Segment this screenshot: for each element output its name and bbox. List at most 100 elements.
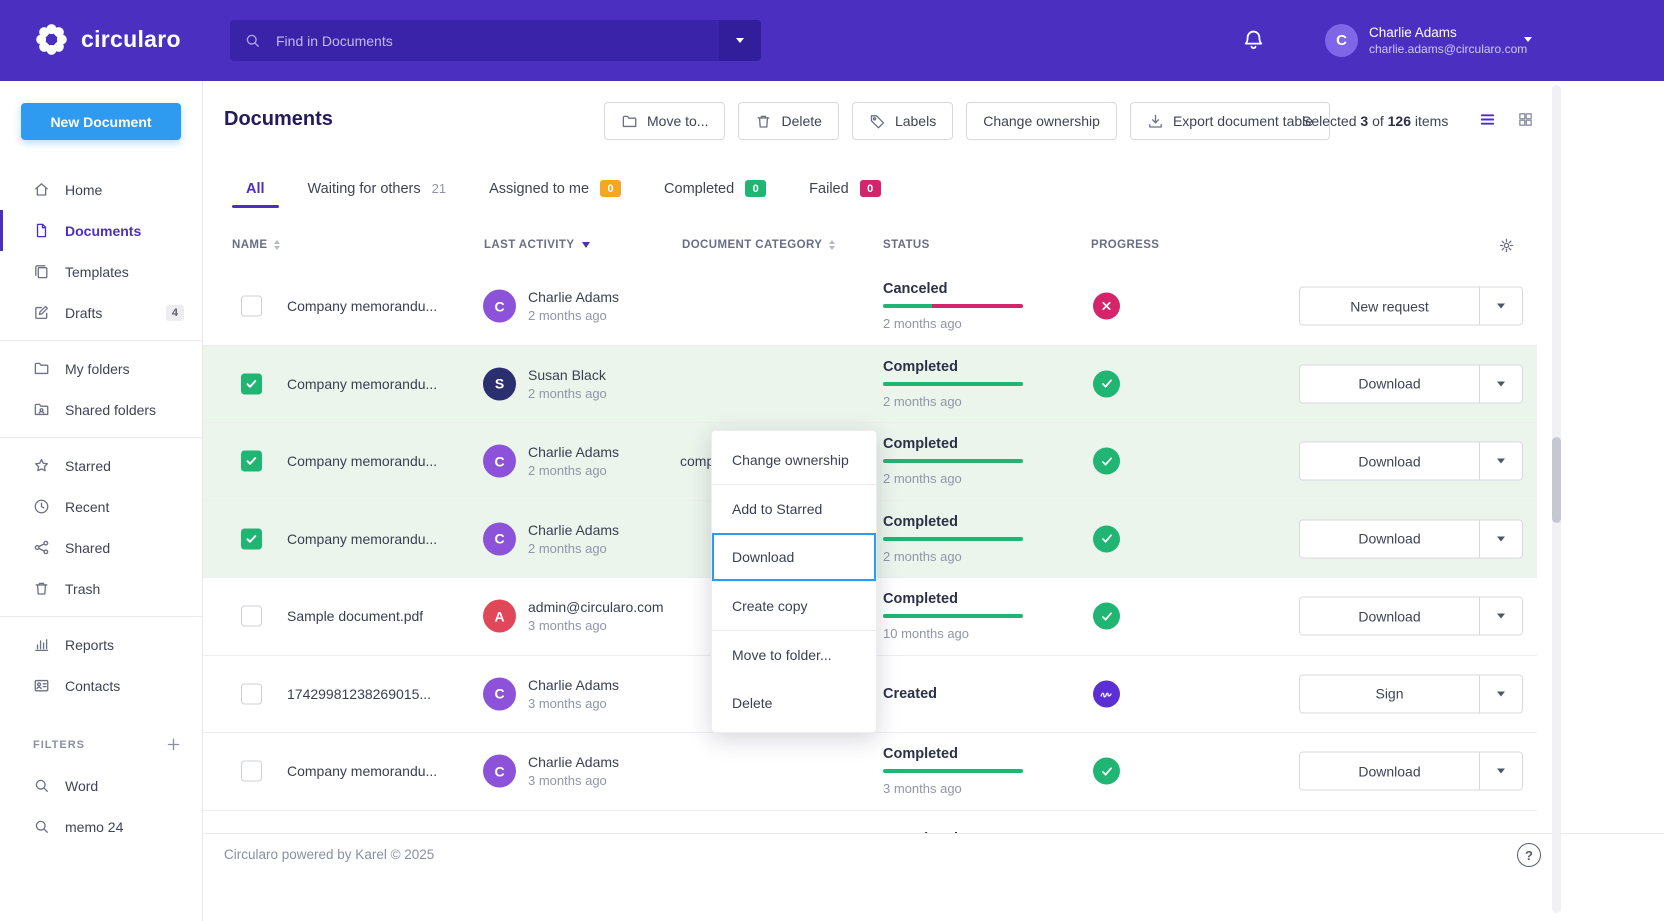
action-dropdown-button[interactable] xyxy=(1479,675,1522,712)
menu-item-download[interactable]: Download xyxy=(712,533,876,581)
tab-failed[interactable]: Failed0 xyxy=(795,169,895,208)
export-document-table-button[interactable]: Export document table xyxy=(1130,102,1330,140)
tab-completed[interactable]: Completed0 xyxy=(650,169,780,208)
divider xyxy=(0,616,202,617)
column-header-progress[interactable]: PROGRESS xyxy=(1091,239,1159,251)
sidebar-item-trash[interactable]: Trash xyxy=(0,568,202,609)
menu-item-create-copy[interactable]: Create copy xyxy=(712,582,876,630)
tab-badge: 0 xyxy=(600,180,621,197)
list-view-button[interactable] xyxy=(1479,111,1496,128)
activity-time: 2 months ago xyxy=(528,541,619,556)
menu-item-move-to-folder[interactable]: Move to folder... xyxy=(712,631,876,679)
sidebar-item-recent[interactable]: Recent xyxy=(0,486,202,527)
sidebar-item-my-folders[interactable]: My folders xyxy=(0,348,202,389)
action-dropdown-button[interactable] xyxy=(1479,365,1522,402)
status-date: 2 months ago xyxy=(883,549,962,564)
table-row[interactable]: Company memorandu...SSusan Black2 months… xyxy=(202,346,1537,424)
column-label: LAST ACTIVITY xyxy=(484,239,574,251)
avatar: C xyxy=(483,677,516,710)
document-name: Company memorandu... xyxy=(287,531,437,547)
sidebar-item-shared-folders[interactable]: Shared folders xyxy=(0,389,202,430)
avatar: S xyxy=(483,367,516,400)
sidebar-filter-memo-24[interactable]: memo 24 xyxy=(0,806,202,847)
last-activity-cell: Charlie Adams3 months ago xyxy=(528,754,619,788)
selection-summary: Selected 3 of 126 items xyxy=(1302,113,1448,129)
tab-waiting-for-others[interactable]: Waiting for others21 xyxy=(294,169,461,208)
action-dropdown-button[interactable] xyxy=(1479,520,1522,557)
search-scope-dropdown[interactable] xyxy=(719,20,761,61)
tabs: All Waiting for others21 Assigned to me0 Co… xyxy=(202,169,895,208)
delete-button[interactable]: Delete xyxy=(738,102,838,140)
sidebar-item-shared[interactable]: Shared xyxy=(0,527,202,568)
document-name: Company memorandu... xyxy=(287,376,437,392)
download-button[interactable]: Download xyxy=(1300,753,1479,790)
row-checkbox[interactable] xyxy=(241,451,262,472)
action-dropdown-button[interactable] xyxy=(1479,443,1522,480)
avatar: C xyxy=(483,445,516,478)
help-button[interactable]: ? xyxy=(1517,843,1541,867)
status-label: Completed xyxy=(883,514,958,530)
notifications-button[interactable] xyxy=(1242,28,1265,51)
table-row[interactable]: Company memorandu...CCharlie Adams2 mont… xyxy=(202,268,1537,346)
column-header-document-category[interactable]: DOCUMENT CATEGORY xyxy=(682,239,835,251)
user-email: charlie.adams@circularo.com xyxy=(1369,42,1527,56)
tab-all[interactable]: All xyxy=(232,169,279,208)
menu-item-add-to-starred[interactable]: Add to Starred xyxy=(712,485,876,533)
column-header-last-activity[interactable]: LAST ACTIVITY xyxy=(484,239,590,251)
sign-button[interactable]: Sign xyxy=(1300,675,1479,712)
tab-label: Failed xyxy=(809,181,849,197)
search-icon xyxy=(244,32,261,49)
download-button[interactable]: Download xyxy=(1300,443,1479,480)
menu-item-change-ownership[interactable]: Change ownership xyxy=(712,436,876,484)
download-button[interactable]: Download xyxy=(1300,598,1479,635)
button-label: Delete xyxy=(781,113,821,129)
chevron-down-icon[interactable] xyxy=(1524,37,1532,42)
sidebar-item-starred[interactable]: Starred xyxy=(0,445,202,486)
row-checkbox[interactable] xyxy=(241,606,262,627)
action-dropdown-button[interactable] xyxy=(1479,598,1522,635)
download-button[interactable]: Download xyxy=(1300,365,1479,402)
table-row[interactable]: Company memorandu...CCharlie Adams3 mont… xyxy=(202,733,1537,811)
avatar[interactable]: C xyxy=(1325,24,1358,57)
column-label: PROGRESS xyxy=(1091,239,1159,251)
table-settings-button[interactable] xyxy=(1498,237,1515,254)
row-checkbox[interactable] xyxy=(241,373,262,394)
sidebar-item-contacts[interactable]: Contacts xyxy=(0,665,202,706)
column-header-name[interactable]: NAME xyxy=(232,239,280,251)
action-dropdown-button[interactable] xyxy=(1479,753,1522,790)
add-filter-button[interactable] xyxy=(165,736,182,753)
row-checkbox[interactable] xyxy=(241,683,262,704)
row-action: Download xyxy=(1299,364,1523,403)
new-request-button[interactable]: New request xyxy=(1300,288,1479,325)
status-cell: Completed2 months ago xyxy=(883,423,1023,500)
move-to-button[interactable]: Move to... xyxy=(604,102,725,140)
status-cell: Completed2 months ago xyxy=(883,346,1023,423)
document-name: Sample document.pdf xyxy=(287,608,423,624)
column-header-status[interactable]: STATUS xyxy=(883,239,930,251)
new-document-button[interactable]: New Document xyxy=(21,103,181,140)
column-label: STATUS xyxy=(883,239,930,251)
row-checkbox[interactable] xyxy=(241,296,262,317)
last-activity-cell: Charlie Adams2 months ago xyxy=(528,289,619,323)
sidebar-item-documents[interactable]: Documents xyxy=(0,210,202,251)
tab-assigned-to-me[interactable]: Assigned to me0 xyxy=(475,169,635,208)
row-checkbox[interactable] xyxy=(241,761,262,782)
status-label: Completed xyxy=(883,359,958,375)
sidebar-item-label: Recent xyxy=(65,499,109,515)
sidebar-item-reports[interactable]: Reports xyxy=(0,624,202,665)
labels-button[interactable]: Labels xyxy=(852,102,953,140)
sidebar-item-home[interactable]: Home xyxy=(0,169,202,210)
sidebar-item-templates[interactable]: Templates xyxy=(0,251,202,292)
grid-view-button[interactable] xyxy=(1517,111,1534,128)
sidebar-filter-word[interactable]: Word xyxy=(0,765,202,806)
menu-item-delete[interactable]: Delete xyxy=(712,679,876,727)
scrollbar[interactable] xyxy=(1552,85,1561,913)
row-checkbox[interactable] xyxy=(241,528,262,549)
change-ownership-button[interactable]: Change ownership xyxy=(966,102,1117,140)
action-dropdown-button[interactable] xyxy=(1479,288,1522,325)
user-menu[interactable]: Charlie Adams charlie.adams@circularo.co… xyxy=(1369,25,1527,56)
download-button[interactable]: Download xyxy=(1300,520,1479,557)
scrollbar-thumb[interactable] xyxy=(1552,437,1561,523)
search-input[interactable] xyxy=(274,32,719,50)
sidebar-item-drafts[interactable]: Drafts4 xyxy=(0,292,202,333)
